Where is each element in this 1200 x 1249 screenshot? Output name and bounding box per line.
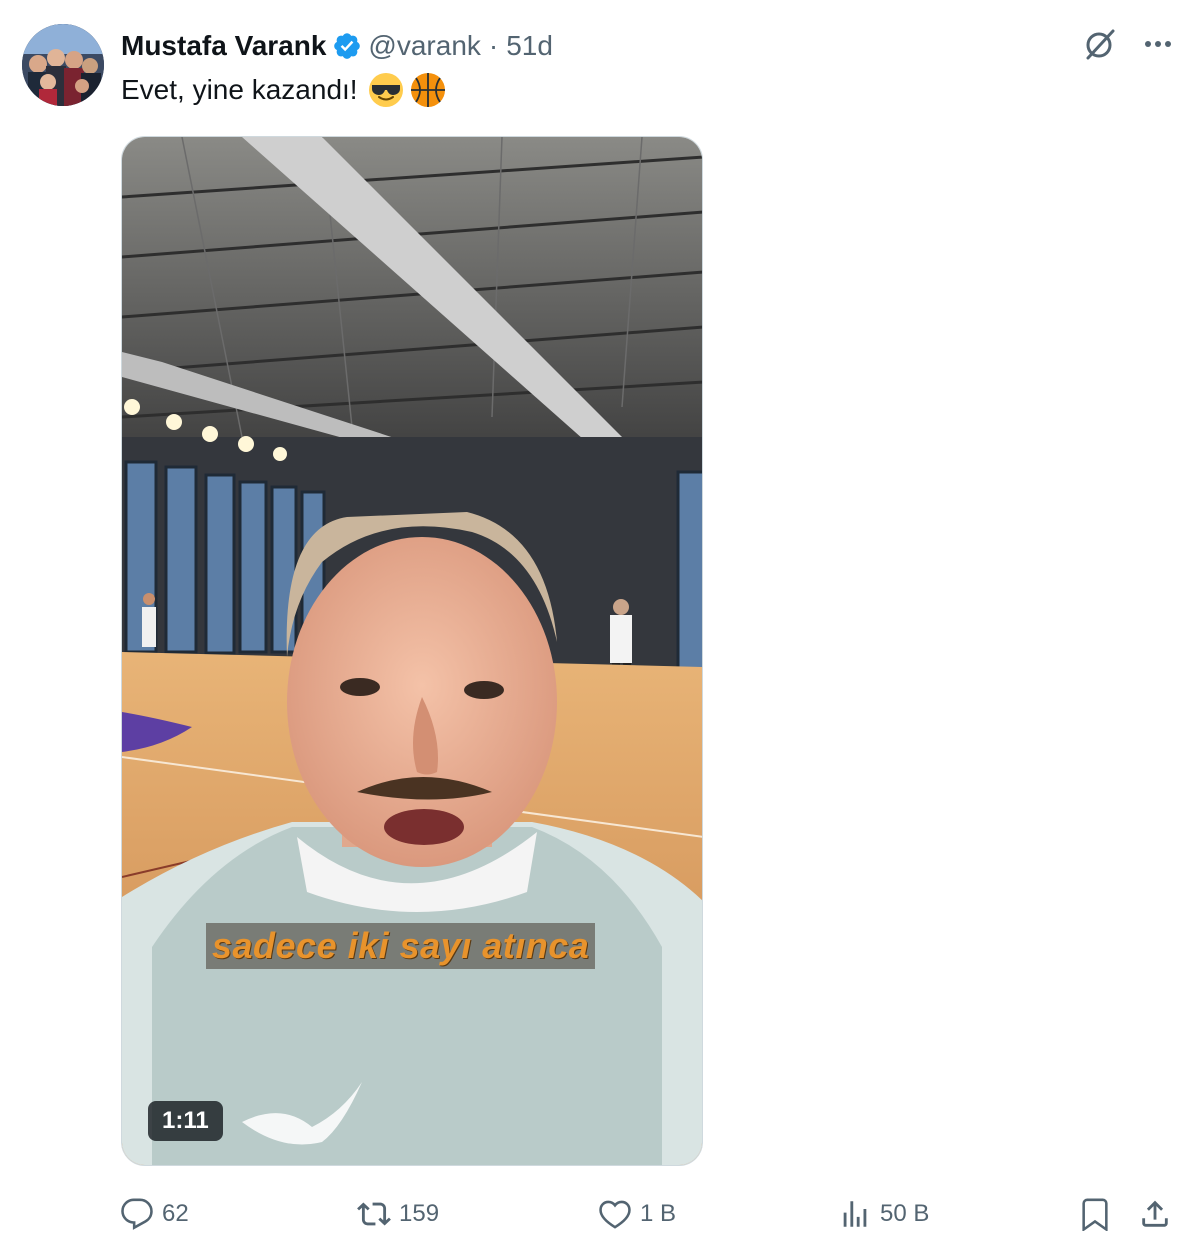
author-handle[interactable]: @varank	[368, 30, 480, 62]
share-icon	[1142, 1200, 1168, 1227]
repost-button[interactable]: 159	[357, 1190, 439, 1238]
tweet-text: Evet, yine kazandı!	[121, 70, 446, 110]
verified-badge-icon[interactable]	[332, 31, 362, 61]
sunglasses-emoji-icon	[368, 73, 403, 107]
views-button[interactable]: 50 B	[838, 1190, 929, 1238]
more-options-icon[interactable]	[1140, 26, 1176, 62]
tweet-time[interactable]: 51d	[506, 30, 553, 62]
tweet-text-content: Evet, yine kazandı!	[121, 74, 358, 105]
tweet-action-bar: 62 159 1 B 50 B	[0, 1190, 1200, 1238]
share-button[interactable]	[1138, 1190, 1172, 1238]
like-count: 1 B	[640, 1200, 677, 1227]
avatar-group-photo	[22, 24, 104, 106]
bookmark-button[interactable]	[1078, 1190, 1112, 1238]
video-duration-badge: 1:11	[148, 1101, 223, 1141]
video-subtitle: sadece iki sayı atınca	[206, 923, 596, 969]
separator-dot: ·	[488, 30, 499, 61]
heart-icon	[599, 1200, 631, 1229]
basketball-emoji-icon	[410, 73, 445, 107]
reply-icon	[121, 1198, 153, 1230]
repost-icon	[357, 1202, 391, 1226]
views-chart-icon	[843, 1201, 867, 1227]
views-count: 50 B	[880, 1200, 930, 1227]
author-name[interactable]: Mustafa Varank	[121, 30, 326, 62]
tweet-header: Mustafa Varank @varank · 51d	[121, 26, 553, 66]
grok-icon[interactable]	[1082, 26, 1118, 62]
reply-count: 62	[162, 1200, 189, 1227]
repost-count: 159	[399, 1200, 440, 1227]
reply-button[interactable]: 62	[120, 1190, 189, 1238]
like-button[interactable]: 1 B	[598, 1190, 676, 1238]
tweet-top-actions	[1082, 26, 1176, 62]
author-avatar[interactable]	[22, 24, 104, 106]
video-frame	[122, 137, 702, 1165]
bookmark-icon	[1082, 1198, 1108, 1231]
tweet-video[interactable]: sadece iki sayı atınca 1:11	[121, 136, 703, 1166]
